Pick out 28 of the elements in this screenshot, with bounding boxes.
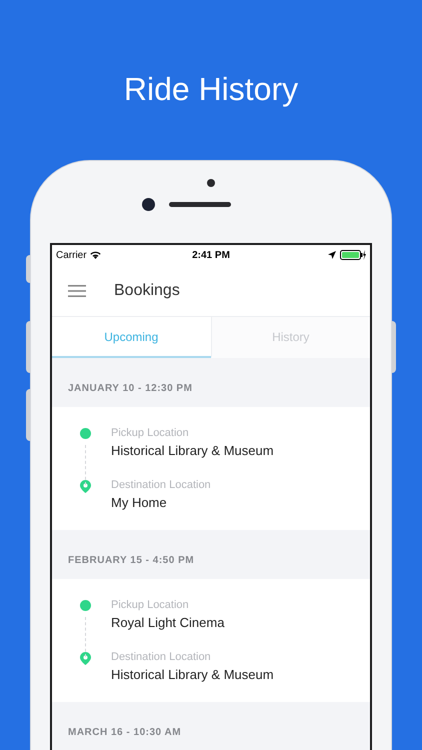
stop-label: Pickup Location xyxy=(111,598,190,612)
wifi-icon xyxy=(90,251,101,259)
booking-card[interactable]: Pickup Location Historical Library & Museum Destination Location My Home xyxy=(52,407,370,530)
front-camera-icon xyxy=(142,198,154,211)
stop-label: Destination Location xyxy=(111,478,211,492)
headline: Ride History xyxy=(124,70,298,108)
stop-label: Destination Location xyxy=(111,650,212,664)
location-pin-icon xyxy=(80,480,91,492)
page-title: Bookings xyxy=(114,280,180,300)
clock-time: 2:41 PM xyxy=(192,248,230,262)
route-dashed-line xyxy=(85,445,86,485)
booking-date: FEBRUARY 15 - 4:50 PM xyxy=(68,554,194,568)
camera-icon xyxy=(207,179,215,187)
booking-date: MARCH 16 - 10:30 AM xyxy=(68,726,182,740)
location-pin-icon xyxy=(80,652,91,664)
menu-icon[interactable] xyxy=(68,284,86,296)
carrier-label: Carrier xyxy=(56,248,87,262)
battery-charging-icon xyxy=(340,250,366,260)
location-arrow-icon xyxy=(328,251,336,259)
stop-place: Royal Light Cinema xyxy=(111,614,224,632)
stop-place: Historical Library & Museum xyxy=(111,666,274,684)
route-dashed-line xyxy=(85,617,86,657)
booking-card[interactable]: Pickup Location Royal Light Cinema Destination Location Historical Library & Museum xyxy=(52,579,370,702)
stop-place: My Home xyxy=(111,494,168,512)
speaker-grille xyxy=(168,202,230,207)
stop-place: Historical Library & Museum xyxy=(111,442,274,460)
booking-date: JANUARY 10 - 12:30 PM xyxy=(68,382,192,396)
stop-label: Pickup Location xyxy=(111,426,190,440)
